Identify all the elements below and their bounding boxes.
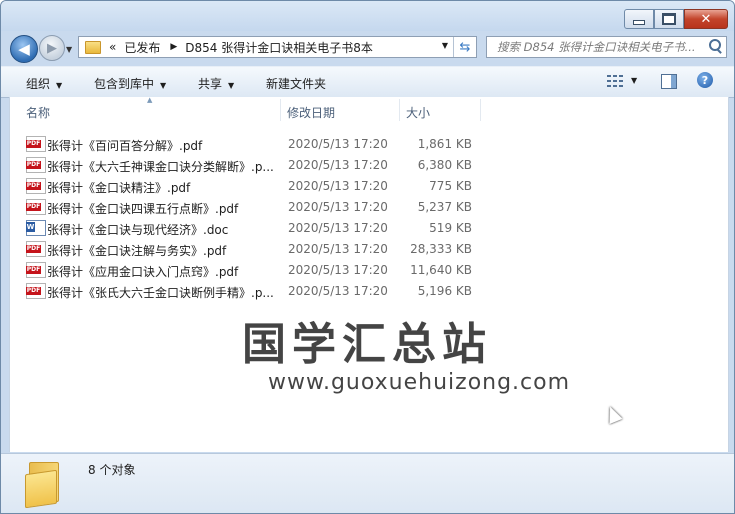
include-in-library-button[interactable]: 包含到库中 ▼ bbox=[94, 75, 166, 92]
search-icon[interactable] bbox=[709, 39, 721, 51]
watermark-title: 国学汇总站 bbox=[242, 319, 492, 370]
file-date: 2020/5/13 17:20 bbox=[288, 284, 388, 298]
file-row[interactable]: PDF 张得计《大六壬神课金口诀分类解断》.p... 2020/5/13 17:20… bbox=[26, 154, 486, 175]
preview-pane-icon[interactable] bbox=[661, 74, 677, 89]
back-button[interactable]: ◀ bbox=[10, 35, 38, 63]
file-row[interactable]: PDF 张得计《金口诀精注》.pdf 2020/5/13 17:20 775 KB bbox=[26, 175, 486, 196]
file-row[interactable]: W 张得计《金口诀与现代经济》.doc 2020/5/13 17:20 519 KB bbox=[26, 217, 486, 238]
forward-arrow-icon: ▶ bbox=[47, 40, 57, 56]
pdf-file-icon: PDF bbox=[26, 241, 46, 257]
address-dropdown-icon[interactable]: ▼ bbox=[442, 41, 448, 50]
file-row[interactable]: PDF 张得计《金口诀注解与务实》.pdf 2020/5/13 17:20 28,33… bbox=[26, 238, 486, 259]
refresh-icon: ⇆ bbox=[459, 39, 471, 55]
share-label: 共享 bbox=[198, 77, 223, 91]
file-list: ▲ 名称 修改日期 大小 PDF 张得计《百问百答分解》.pdf 2020/5/13… bbox=[9, 96, 729, 452]
view-options-dropdown-icon[interactable]: ▼ bbox=[631, 76, 637, 85]
forward-button[interactable]: ▶ bbox=[39, 35, 65, 61]
help-icon[interactable]: ? bbox=[697, 72, 713, 88]
file-date: 2020/5/13 17:20 bbox=[288, 200, 388, 214]
file-date: 2020/5/13 17:20 bbox=[288, 242, 388, 256]
pdf-file-icon: PDF bbox=[26, 157, 46, 173]
column-divider[interactable] bbox=[480, 99, 481, 121]
file-size: 5,196 KB bbox=[417, 284, 472, 298]
file-row[interactable]: PDF 张得计《百问百答分解》.pdf 2020/5/13 17:20 1,861 K… bbox=[26, 133, 486, 154]
chevron-down-icon: ▼ bbox=[228, 81, 235, 90]
file-size: 11,640 KB bbox=[410, 263, 472, 277]
column-date-modified[interactable]: 修改日期 bbox=[287, 104, 335, 121]
column-size[interactable]: 大小 bbox=[406, 104, 430, 121]
pdf-file-icon: PDF bbox=[26, 178, 46, 194]
file-name: 张得计《金口诀注解与务实》.pdf bbox=[47, 244, 227, 258]
maximize-button[interactable] bbox=[654, 9, 684, 29]
minimize-icon bbox=[633, 19, 645, 25]
word-file-icon: W bbox=[26, 220, 46, 236]
file-row[interactable]: PDF 张得计《金口诀四课五行点断》.pdf 2020/5/13 17:20 5,23… bbox=[26, 196, 486, 217]
back-arrow-icon: ◀ bbox=[18, 40, 30, 58]
address-bar[interactable]: « 已发布 ▶ D854 张得计金口诀相关电子书8本 ▼ ⇆ bbox=[78, 36, 477, 58]
folder-icon bbox=[85, 40, 101, 54]
refresh-button[interactable]: ⇆ bbox=[453, 37, 476, 57]
file-name: 张得计《张氏大六壬金口诀断例手精》.p... bbox=[47, 286, 274, 300]
file-size: 5,237 KB bbox=[417, 200, 472, 214]
column-name[interactable]: 名称 bbox=[26, 104, 50, 121]
column-headers: ▲ 名称 修改日期 大小 bbox=[10, 96, 728, 123]
item-count: 8 个对象 bbox=[88, 463, 136, 477]
file-row[interactable]: PDF 张得计《张氏大六壬金口诀断例手精》.p... 2020/5/13 17:20… bbox=[26, 280, 486, 301]
column-divider[interactable] bbox=[399, 99, 400, 121]
file-name: 张得计《应用金口诀入门点窍》.pdf bbox=[47, 265, 239, 279]
include-in-library-label: 包含到库中 bbox=[94, 77, 155, 91]
file-name: 张得计《大六壬神课金口诀分类解断》.p... bbox=[47, 160, 274, 174]
file-name: 张得计《百问百答分解》.pdf bbox=[47, 139, 203, 153]
breadcrumb-item[interactable]: D854 张得计金口诀相关电子书8本 bbox=[185, 39, 373, 56]
column-divider[interactable] bbox=[280, 99, 281, 121]
file-size: 519 KB bbox=[429, 221, 472, 235]
search-input[interactable] bbox=[495, 37, 704, 57]
close-button[interactable]: ✕ bbox=[684, 9, 728, 29]
organize-label: 组织 bbox=[26, 77, 51, 91]
chevron-down-icon: ▼ bbox=[56, 81, 63, 90]
folder-large-icon bbox=[23, 460, 65, 509]
file-date: 2020/5/13 17:20 bbox=[288, 137, 388, 151]
search-box[interactable] bbox=[486, 36, 727, 58]
file-size: 28,333 KB bbox=[410, 242, 472, 256]
file-name: 张得计《金口诀精注》.pdf bbox=[47, 181, 191, 195]
file-name: 张得计《金口诀与现代经济》.doc bbox=[47, 223, 229, 237]
breadcrumb-overflow[interactable]: « bbox=[109, 40, 116, 54]
command-bar: 组织 ▼ 包含到库中 ▼ 共享 ▼ 新建文件夹 ▼ ? bbox=[1, 66, 734, 98]
file-date: 2020/5/13 17:20 bbox=[288, 221, 388, 235]
share-button[interactable]: 共享 ▼ bbox=[198, 75, 234, 92]
file-name: 张得计《金口诀四课五行点断》.pdf bbox=[47, 202, 239, 216]
maximize-icon bbox=[662, 13, 676, 25]
pdf-file-icon: PDF bbox=[26, 136, 46, 152]
file-size: 1,861 KB bbox=[417, 137, 472, 151]
new-folder-label: 新建文件夹 bbox=[266, 77, 327, 91]
organize-button[interactable]: 组织 ▼ bbox=[26, 75, 62, 92]
details-pane: 8 个对象 bbox=[1, 453, 734, 513]
file-date: 2020/5/13 17:20 bbox=[288, 263, 388, 277]
minimize-button[interactable] bbox=[624, 9, 654, 29]
chevron-down-icon: ▼ bbox=[160, 81, 167, 90]
pdf-file-icon: PDF bbox=[26, 262, 46, 278]
watermark-url: www.guoxuehuizong.com bbox=[268, 370, 571, 395]
sort-ascending-icon: ▲ bbox=[147, 96, 153, 104]
caption-buttons: ✕ bbox=[624, 9, 728, 29]
file-date: 2020/5/13 17:20 bbox=[288, 158, 388, 172]
title-bar[interactable]: ✕ bbox=[1, 1, 734, 31]
file-row[interactable]: PDF 张得计《应用金口诀入门点窍》.pdf 2020/5/13 17:20 11,6… bbox=[26, 259, 486, 280]
file-date: 2020/5/13 17:20 bbox=[288, 179, 388, 193]
explorer-window: ✕ ◀ ▶ ▼ « 已发布 ▶ D854 张得计金口诀相关电子书8本 ▼ ⇆ 组… bbox=[0, 0, 735, 514]
navigation-row: ◀ ▶ ▼ « 已发布 ▶ D854 张得计金口诀相关电子书8本 ▼ ⇆ bbox=[1, 31, 734, 65]
change-view-icon[interactable] bbox=[607, 75, 623, 87]
new-folder-button[interactable]: 新建文件夹 bbox=[266, 75, 326, 92]
file-size: 775 KB bbox=[429, 179, 472, 193]
close-icon: ✕ bbox=[700, 11, 712, 27]
breadcrumb-separator-icon[interactable]: ▶ bbox=[170, 42, 177, 52]
pdf-file-icon: PDF bbox=[26, 283, 46, 299]
breadcrumb-item[interactable]: 已发布 bbox=[124, 39, 160, 56]
recent-pages-dropdown-icon[interactable]: ▼ bbox=[66, 45, 72, 54]
file-size: 6,380 KB bbox=[417, 158, 472, 172]
pdf-file-icon: PDF bbox=[26, 199, 46, 215]
